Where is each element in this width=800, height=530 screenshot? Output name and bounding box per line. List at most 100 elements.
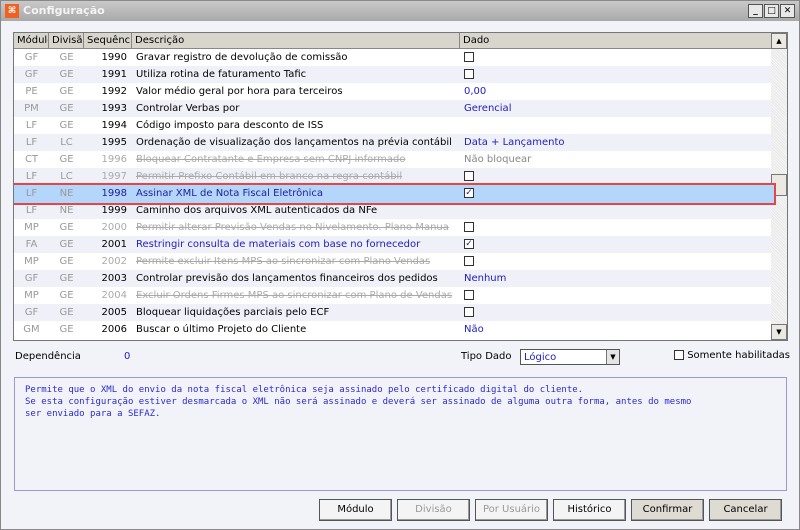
chevron-down-icon[interactable]: ▼ (606, 350, 619, 364)
cell-sequencia: 1991 (101, 69, 127, 80)
cell-dado[interactable]: Nenhum (460, 270, 772, 287)
cell-sequencia: 1990 (101, 52, 127, 63)
table-row[interactable]: FA GE 2001 Restringir consulta de materiais… (14, 236, 772, 253)
table-row[interactable]: LF NE 1998 Assinar XML de Nota Fiscal Eletr… (14, 183, 776, 205)
cell-sequencia: 2006 (101, 324, 127, 335)
table-row[interactable]: MP GE 2004 Excluir Ordens Firmes MPS ao sin… (14, 287, 772, 304)
table-row[interactable]: MP GE 2002 Permite excluir Itens MPS ao sin… (14, 253, 772, 270)
cell-dado[interactable]: 0,00 (460, 83, 772, 100)
scroll-up-icon[interactable]: ▲ (771, 33, 787, 49)
table-row[interactable]: GF GE 1991 Utiliza rotina de faturamento Ta… (14, 66, 772, 83)
cell-dado[interactable]: ✓ (460, 184, 772, 204)
cell-modulo: MP (24, 290, 39, 301)
table-row[interactable]: PE GE 1992 Valor médio geral por hora para … (14, 83, 772, 100)
cell-modulo: CT (24, 154, 39, 165)
table-row[interactable]: GM GE 2006 Buscar o último Projeto do Clien… (14, 321, 772, 338)
description-line: ser enviado para a SEFAZ. (25, 409, 161, 419)
divisao-button[interactable]: Divisão (397, 499, 470, 521)
confirmar-button[interactable]: Confirmar (631, 499, 704, 521)
cell-sequencia: 1997 (101, 171, 127, 182)
tipo-dado-select[interactable]: Lógico ▼ (520, 349, 620, 365)
somente-habilitadas-label: Somente habilitadas (687, 350, 791, 361)
dado-value: 0,00 (464, 86, 487, 97)
cell-sequencia: 1992 (101, 86, 127, 97)
table-row[interactable]: CT GE 1996 Bloquear Contratante e Empresa s… (14, 151, 772, 168)
cell-dado[interactable] (460, 287, 772, 304)
table-row[interactable]: GF GE 2003 Controlar previsão dos lançament… (14, 270, 772, 287)
checkbox-icon[interactable] (464, 290, 474, 300)
cell-modulo: MP (24, 256, 39, 267)
col-header-sequencia[interactable]: Sequência (84, 33, 132, 48)
cell-dado[interactable]: Não (460, 321, 772, 338)
tipo-dado-label: Tipo Dado (461, 351, 512, 362)
cell-dado[interactable]: Gerencial (460, 100, 772, 117)
por-usuario-button[interactable]: Por Usuário (475, 499, 548, 521)
cell-descricao: Permitir alterar Previsão Vendas no Nive… (136, 222, 449, 233)
checkbox-icon[interactable] (464, 52, 474, 62)
historico-button[interactable]: Histórico (553, 499, 626, 521)
col-header-descricao[interactable]: Descrição (132, 33, 460, 48)
checked-checkbox-icon[interactable]: ✓ (464, 188, 474, 198)
checkbox-icon[interactable] (464, 307, 474, 317)
cell-divisao: NE (59, 188, 74, 199)
cell-dado[interactable] (460, 66, 772, 83)
cell-descricao: Valor médio geral por hora para terceiro… (136, 86, 343, 97)
cell-divisao: GE (59, 154, 74, 165)
configuracao-window: ⌘ Configuração _ □ ✕ Módulo Divisão Sequ… (0, 0, 800, 530)
dado-value: Não bloquear (464, 154, 532, 165)
table-row[interactable]: GF GE 2005 Bloquear liquidações parciais pe… (14, 304, 772, 321)
cell-divisao: LC (60, 137, 73, 148)
cell-dado[interactable]: Data + Lançamento (460, 134, 772, 151)
cell-dado[interactable] (460, 49, 772, 66)
scroll-down-icon[interactable]: ▼ (771, 324, 787, 340)
cell-dado[interactable] (460, 253, 772, 270)
cell-divisao: GE (59, 69, 74, 80)
cell-modulo: GF (24, 307, 39, 318)
checkbox-icon[interactable] (464, 256, 474, 266)
cell-divisao: GE (59, 103, 74, 114)
col-header-modulo[interactable]: Módulo (14, 33, 49, 48)
somente-habilitadas-checkbox[interactable]: Somente habilitadas (674, 350, 790, 361)
table-row[interactable]: LF LC 1997 Permitir Prefixo Contábil em bra… (14, 168, 772, 185)
cell-descricao: Permitir Prefixo Contábil em branco na r… (136, 171, 403, 182)
dependencia-value: 0 (124, 351, 131, 362)
col-header-dado[interactable]: Dado (460, 33, 772, 48)
table-row[interactable]: MP GE 2000 Permitir alterar Previsão Vendas… (14, 219, 772, 236)
table-row[interactable]: GF GE 1990 Gravar registro de devolução de … (14, 49, 772, 66)
modulo-button[interactable]: Módulo (319, 499, 392, 521)
cancelar-button[interactable]: Cancelar (709, 499, 782, 521)
cell-dado[interactable]: ✓ (460, 236, 772, 253)
cell-descricao: Caminho dos arquivos XML autenticados da… (136, 205, 378, 216)
cell-dado[interactable] (460, 117, 772, 134)
table-row[interactable]: LF LC 1995 Ordenação de visualização dos la… (14, 134, 772, 151)
cell-modulo: PM (24, 103, 39, 114)
checked-checkbox-icon[interactable]: ✓ (464, 239, 474, 249)
minimize-button[interactable]: _ (748, 4, 763, 18)
checkbox-icon[interactable] (464, 171, 474, 181)
cell-dado[interactable] (460, 168, 772, 185)
cell-sequencia: 2004 (101, 290, 127, 301)
cell-divisao: GE (59, 307, 74, 318)
description-memo[interactable]: Permite que o XML do envio da nota fisca… (14, 377, 787, 491)
table-row[interactable]: LF NE 1999 Caminho dos arquivos XML autenti… (14, 202, 772, 219)
cell-modulo: LF (25, 120, 38, 131)
cell-descricao: Assinar XML de Nota Fiscal Eletrônica (136, 188, 324, 199)
checkbox-icon[interactable] (464, 222, 474, 232)
table-row[interactable]: PM GE 1993 Controlar Verbas por Gerencial (14, 100, 772, 117)
checkbox-icon[interactable] (674, 350, 684, 360)
cell-descricao: Gravar registro de devolução de comissão (136, 52, 348, 63)
dado-value: Data + Lançamento (464, 137, 565, 148)
cell-dado[interactable] (460, 219, 772, 236)
cell-sequencia: 1994 (101, 120, 127, 131)
cell-dado[interactable] (460, 304, 772, 321)
cell-descricao: Controlar Verbas por (136, 103, 240, 114)
col-header-divisao[interactable]: Divisão (49, 33, 84, 48)
close-button[interactable]: ✕ (780, 4, 795, 18)
maximize-button[interactable]: □ (764, 4, 779, 18)
cell-sequencia: 2000 (101, 222, 127, 233)
cell-dado[interactable]: Não bloquear (460, 151, 772, 168)
table-row[interactable]: LF GE 1994 Código imposto para desconto de … (14, 117, 772, 134)
checkbox-icon[interactable] (464, 69, 474, 79)
cell-dado[interactable] (460, 202, 772, 219)
cell-sequencia: 2002 (101, 256, 127, 267)
